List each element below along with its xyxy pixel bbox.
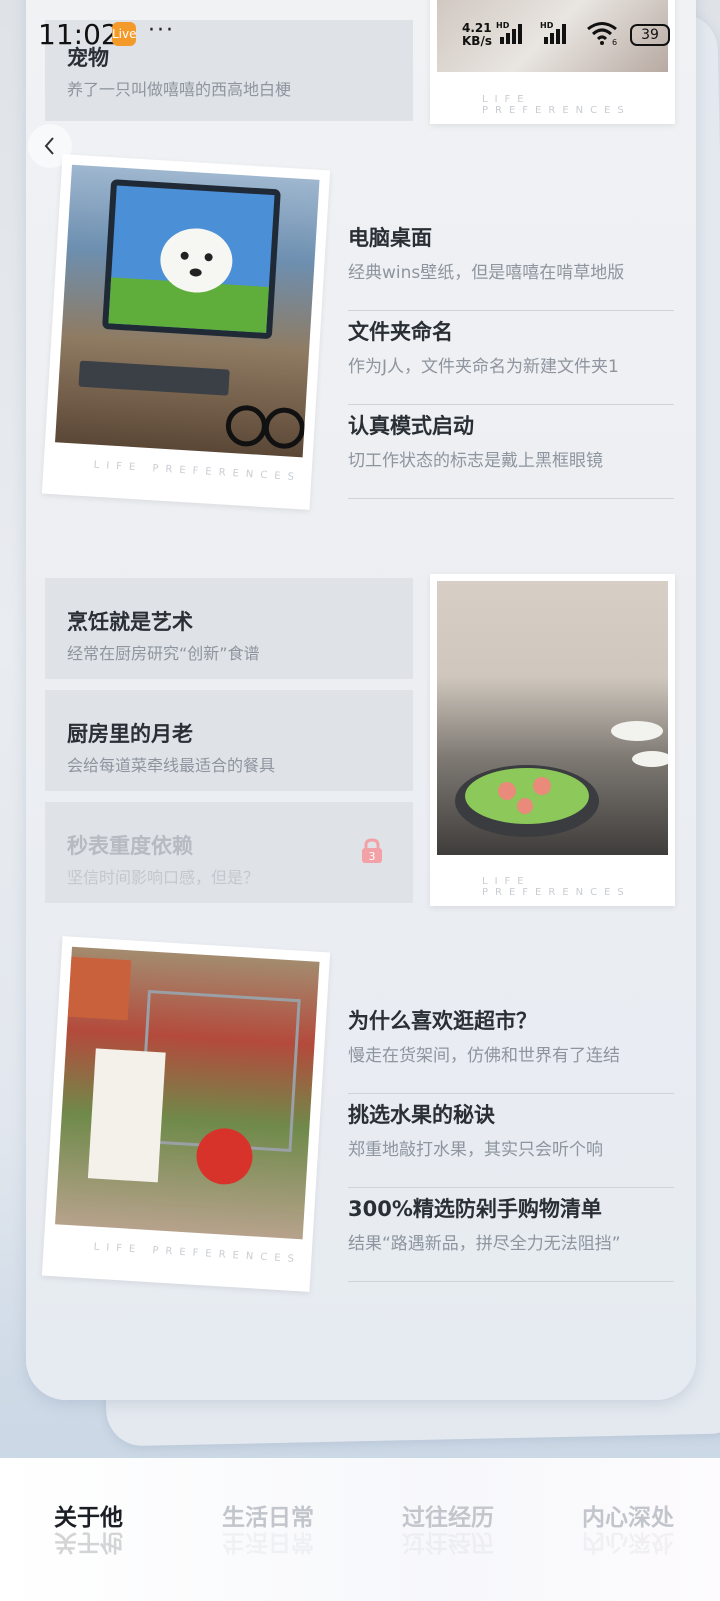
- lock-icon: 3: [362, 838, 382, 863]
- card-subtitle: 坚信时间影响口感，但是？: [67, 868, 260, 887]
- chevron-left-icon: [44, 137, 54, 155]
- pet-card-subtitle: 养了一只叫做嘻嘻的西高地白梗: [67, 80, 292, 99]
- photo-caption: LIFE PREFERENCES: [93, 459, 302, 484]
- kitchen-matchmaker-card[interactable]: 厨房里的月老 会给每道菜牵线最适合的餐具: [45, 690, 413, 791]
- wifi-icon: 6: [587, 22, 617, 46]
- tab-label-reflection: 过往经历: [402, 1529, 494, 1555]
- svg-text:6: 6: [612, 38, 617, 46]
- list-item-supermarket[interactable]: 为什么喜欢逛超市？ 慢走在货架间，仿佛和世界有了连结: [348, 1001, 674, 1094]
- list-item-folder-naming[interactable]: 文件夹命名 作为J人，文件夹命名为新建文件夹1: [348, 312, 674, 405]
- cooking-photo-frame: LIFE PREFERENCES: [430, 574, 675, 906]
- item-subtitle: 郑重地敲打水果，其实只会听个响: [348, 1140, 603, 1160]
- item-subtitle: 结果“路遇新品，拼尽全力无法阻挡”: [348, 1234, 621, 1254]
- desk-photo: [55, 164, 320, 458]
- tab-label-reflection: 内心深处: [582, 1529, 674, 1555]
- tab-label-reflection: 关于他: [54, 1529, 123, 1555]
- item-title: 挑选水果的秘诀: [348, 1103, 495, 1127]
- clock: 11:02: [38, 18, 119, 51]
- stopwatch-card[interactable]: 秒表重度依赖 坚信时间影响口感，但是？ 3: [45, 802, 413, 903]
- tab-past-experience[interactable]: 过往经历 过往经历: [402, 1498, 494, 1555]
- item-title: 300%精选防剁手购物清单: [348, 1197, 602, 1221]
- svg-text:HD: HD: [496, 21, 510, 30]
- photo-caption: LIFE PREFERENCES: [482, 94, 631, 116]
- item-subtitle: 慢走在货架间，仿佛和世界有了连结: [348, 1046, 620, 1066]
- status-bar: 11:02 Live ··· 4.21 KB/s HD HD 6 39: [0, 0, 720, 68]
- item-title: 认真模式启动: [348, 414, 474, 438]
- card-title: 秒表重度依赖: [67, 834, 193, 858]
- card-subtitle: 经常在厨房研究“创新”食谱: [67, 644, 260, 663]
- more-dots: ···: [148, 18, 175, 43]
- card-title: 厨房里的月老: [67, 722, 193, 746]
- cooking-photo: [437, 581, 668, 855]
- tab-label-reflection: 生活日常: [222, 1529, 314, 1555]
- tab-daily-life[interactable]: 生活日常 生活日常: [222, 1498, 314, 1555]
- bottom-tab-bar: 关于他 关于他 生活日常 生活日常 过往经历 过往经历 内心深处 内心深处: [0, 1458, 720, 1601]
- svg-text:3: 3: [369, 850, 376, 863]
- desk-photo-frame: LIFE PREFERENCES: [41, 154, 331, 510]
- item-subtitle: 切工作状态的标志是戴上黑框眼镜: [348, 451, 603, 471]
- battery-icon: 39: [630, 24, 670, 46]
- tab-inner-heart[interactable]: 内心深处 内心深处: [582, 1498, 674, 1555]
- supermarket-photo: [55, 946, 320, 1240]
- item-title: 文件夹命名: [348, 320, 453, 344]
- item-subtitle: 经典wins壁纸，但是嘻嘻在啃草地版: [348, 263, 625, 283]
- list-item-desktop[interactable]: 电脑桌面 经典wins壁纸，但是嘻嘻在啃草地版: [348, 218, 674, 311]
- desk-illustration: [78, 179, 305, 449]
- signal-hd-icon: HD: [496, 21, 522, 44]
- app-badge-icon: Live: [112, 22, 137, 46]
- item-title: 为什么喜欢逛超市？: [348, 1009, 537, 1033]
- item-subtitle: 作为J人，文件夹命名为新建文件夹1: [348, 357, 619, 377]
- tab-about-him[interactable]: 关于他 关于他: [54, 1498, 123, 1555]
- cart-illustration: [67, 956, 301, 1185]
- svg-text:HD: HD: [540, 21, 554, 30]
- list-item-serious-mode[interactable]: 认真模式启动 切工作状态的标志是戴上黑框眼镜: [348, 406, 674, 499]
- item-title: 电脑桌面: [348, 226, 432, 250]
- card-subtitle: 会给每道菜牵线最适合的餐具: [67, 756, 276, 775]
- back-button[interactable]: [28, 124, 72, 168]
- supermarket-photo-frame: LIFE PREFERENCES: [41, 936, 331, 1292]
- cooking-art-card[interactable]: 烹饪就是艺术 经常在厨房研究“创新”食谱: [45, 578, 413, 679]
- network-speed: 4.21 KB/s: [462, 21, 492, 48]
- list-item-shopping-list[interactable]: 300%精选防剁手购物清单 结果“路遇新品，拼尽全力无法阻挡”: [348, 1189, 674, 1282]
- photo-caption: LIFE PREFERENCES: [482, 876, 631, 898]
- signal-hd-2-icon: HD: [540, 21, 566, 44]
- pan-illustration: [455, 721, 668, 837]
- photo-caption: LIFE PREFERENCES: [93, 1241, 302, 1266]
- list-item-fruit-tips[interactable]: 挑选水果的秘诀 郑重地敲打水果，其实只会听个响: [348, 1095, 674, 1188]
- card-title: 烹饪就是艺术: [67, 610, 193, 634]
